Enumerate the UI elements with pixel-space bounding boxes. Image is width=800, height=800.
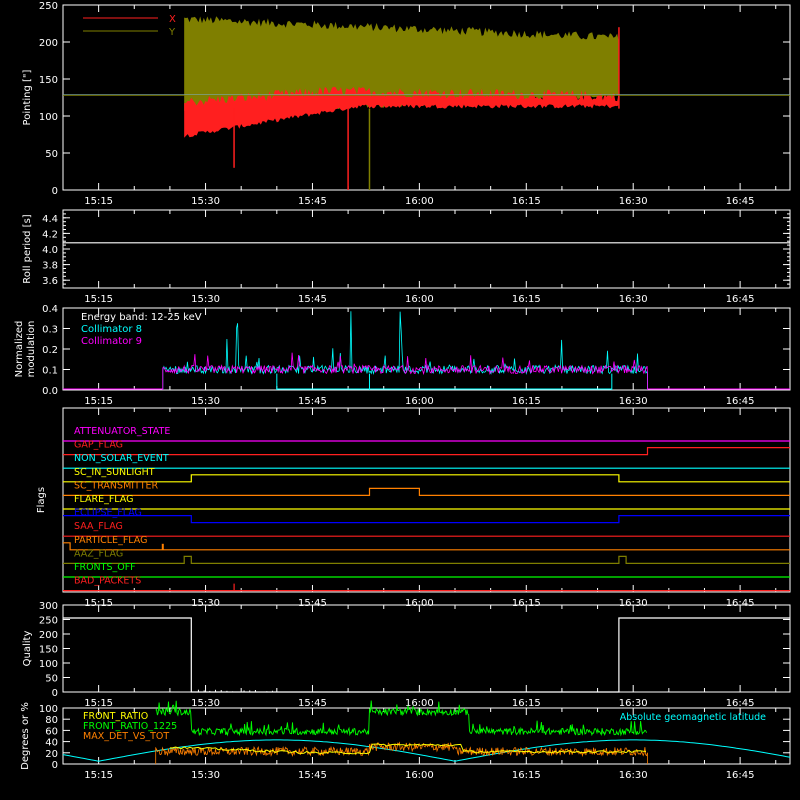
flag-label: ATTENUATOR_STATE [74,426,170,437]
y-tick-label: 250 [39,616,58,627]
y-axis-label: Flags [36,487,47,513]
flag-label: FLARE_FLAG [74,494,134,505]
y-tick-label: 100 [39,112,58,123]
y-tick-label: 0 [52,186,58,197]
flag-label: PARTICLE_FLAG [74,535,147,546]
y-axis-label: Pointing ["] [22,69,33,125]
x-tick-label: 16:15 [512,196,541,207]
y-tick-label: 200 [39,38,58,49]
flag-label: BAD_PACKETS [74,576,141,587]
flag-label: AAZ_FLAG [74,548,123,559]
y-axis-label: Normalized [14,321,25,378]
y-tick-label: 20 [45,749,58,760]
x-tick-label: 16:30 [619,698,648,709]
flag-label: FRONTS_OFF [74,562,136,573]
y-tick-label: 300 [39,601,58,612]
y-tick-label: 150 [39,645,58,656]
flag-label: SC_TRANSMITTER [74,480,159,491]
legend-label: Collimator 9 [81,336,142,347]
y-axis-label: Degrees or % [20,702,31,770]
y-tick-label: 150 [39,75,58,86]
x-tick-label: 15:45 [298,396,327,407]
x-tick-label: 16:30 [619,196,648,207]
y-tick-label: 50 [45,674,58,685]
flag-label: GAP_FLAG [74,440,123,451]
x-tick-label: 15:30 [191,698,220,709]
y-tick-label: 0.3 [42,325,58,336]
y-tick-label: 0.0 [42,386,58,397]
legend-label: X [169,14,176,25]
flag-label: SAA_FLAG [74,521,123,532]
y-tick-label: 0.2 [42,345,58,356]
legend-label: Y [168,27,176,38]
y-tick-label: 3.6 [42,276,58,287]
x-tick-label: 16:30 [619,396,648,407]
y-tick-label: 100 [39,659,58,670]
x-tick-label: 15:45 [298,698,327,709]
x-tick-label: 15:15 [84,698,113,709]
x-tick-label: 16:15 [512,770,541,781]
x-tick-label: 16:45 [726,294,755,305]
x-tick-label: 15:45 [298,770,327,781]
flag-label: SC_IN_SUNLIGHT [74,467,155,478]
y-tick-label: 200 [39,630,58,641]
x-tick-label: 15:15 [84,396,113,407]
x-tick-label: 16:45 [726,698,755,709]
y-tick-label: 4.2 [42,229,58,240]
x-tick-label: 15:15 [84,294,113,305]
x-tick-label: 16:00 [405,770,434,781]
x-tick-label: 16:15 [512,396,541,407]
y-tick-label: 0.1 [42,366,58,377]
y-tick-label: 50 [45,149,58,160]
legend-label: Energy band: 12-25 keV [81,312,202,323]
x-tick-label: 16:00 [405,294,434,305]
legend-label: MAX_DET_VS_TOT [83,731,169,742]
y-tick-label: 100 [39,704,58,715]
y-tick-label: 250 [39,1,58,12]
y-tick-label: 60 [45,726,58,737]
summary-plot: 15:15 15:30 15:45 16:00 16:15 16:30 16:45 0 50 10… [0,0,800,800]
y-tick-label: 4.0 [42,245,58,256]
x-tick-label: 16:45 [726,196,755,207]
y-tick-label: 0 [52,760,58,771]
x-tick-label: 16:15 [512,698,541,709]
y-axis-label: Quality [22,631,33,667]
y-axis-label: modulation [26,321,37,378]
flag-label: NON_SOLAR_EVENT [74,453,169,464]
y-tick-label: 80 [45,715,58,726]
flag-label: ECLIPSE_FLAG [74,508,142,519]
x-tick-label: 15:15 [84,770,113,781]
x-tick-label: 15:15 [84,196,113,207]
x-tick-label: 16:00 [405,396,434,407]
x-tick-label: 16:15 [512,294,541,305]
y-axis-label: Roll period [s] [22,214,33,283]
y-tick-label: 0.4 [42,304,58,315]
y-tick-label: 40 [45,738,58,749]
x-tick-label: 15:30 [191,770,220,781]
x-tick-label: 16:00 [405,196,434,207]
background [0,0,800,800]
legend-label: Absolute geomagnetic latitude [620,712,766,723]
x-tick-label: 16:45 [726,396,755,407]
x-tick-label: 15:30 [191,396,220,407]
y-tick-label: 3.8 [42,261,58,272]
x-tick-label: 16:00 [405,698,434,709]
x-tick-label: 15:30 [191,196,220,207]
x-tick-label: 15:30 [191,294,220,305]
y-tick-label: 4.4 [42,214,58,225]
x-tick-label: 15:45 [298,196,327,207]
x-tick-label: 15:45 [298,294,327,305]
x-tick-label: 16:30 [619,294,648,305]
x-tick-label: 16:45 [726,770,755,781]
legend-label: Collimator 8 [81,324,142,335]
x-tick-label: 16:30 [619,770,648,781]
y-tick-label: 0 [52,688,58,699]
